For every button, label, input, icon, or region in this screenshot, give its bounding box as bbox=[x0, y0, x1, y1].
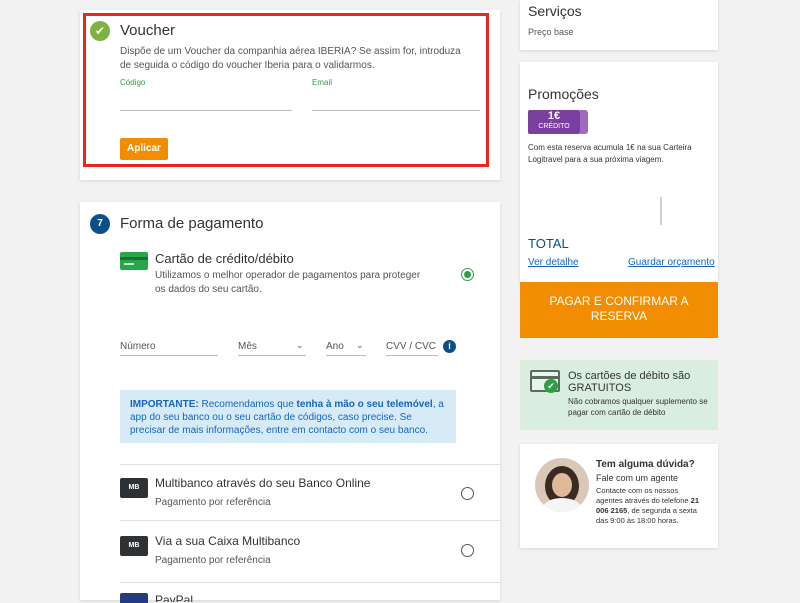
promotions-title: Promoções bbox=[528, 86, 599, 102]
debit-notice: ✔ Os cartões de débito são GRATUITOS Não… bbox=[520, 360, 718, 430]
method-subtitle: Pagamento por referência bbox=[155, 497, 271, 508]
help-title: Tem alguma dúvida? bbox=[596, 459, 695, 470]
services-card: Serviços Preço base bbox=[520, 0, 718, 50]
cvv-field[interactable]: CVV / CVC bbox=[386, 340, 436, 354]
check-icon: ✔ bbox=[544, 379, 558, 393]
email-label: Email bbox=[312, 78, 333, 87]
divider bbox=[120, 582, 500, 583]
detail-link[interactable]: Ver detalhe bbox=[528, 257, 579, 268]
paypal-icon bbox=[120, 593, 148, 603]
debit-title: Os cartões de débito são GRATUITOS bbox=[568, 370, 691, 394]
check-icon: ✔ bbox=[90, 21, 110, 41]
month-underline bbox=[238, 355, 306, 356]
method-subtitle: Pagamento por referência bbox=[155, 555, 271, 566]
separator-bar bbox=[660, 197, 662, 225]
payment-title: Forma de pagamento bbox=[120, 215, 264, 232]
promotions-card: Promoções 1€ CRÉDITO Com esta reserva ac… bbox=[520, 62, 718, 282]
method-title: Multibanco através do seu Banco Online bbox=[155, 476, 371, 490]
credit-badge-label: CRÉDITO bbox=[538, 123, 570, 130]
year-underline bbox=[326, 355, 366, 356]
credit-badge-tab bbox=[580, 110, 588, 134]
save-budget-link[interactable]: Guardar orçamento bbox=[628, 257, 715, 268]
promotions-text: Com esta reserva acumula 1€ na sua Carte… bbox=[528, 143, 692, 164]
help-card: Tem alguma dúvida? Fale com um agente Co… bbox=[520, 444, 718, 548]
method-radio-caixa-multibanco[interactable] bbox=[461, 544, 474, 557]
help-subtitle: Fale com um agente bbox=[596, 473, 679, 483]
step-badge: 7 bbox=[90, 214, 110, 234]
total-label: TOTAL bbox=[528, 236, 569, 251]
important-bold: tenha à mão o seu telemóvel bbox=[296, 399, 433, 410]
help-text-1: Contacte com os nossos agentes através d… bbox=[596, 486, 691, 505]
help-text: Contacte com os nossos agentes através d… bbox=[596, 486, 706, 526]
method-title: PayPal bbox=[155, 593, 194, 602]
multibanco-icon: MB bbox=[120, 536, 148, 556]
card-option-description: Utilizamos o melhor operador de pagament… bbox=[155, 270, 421, 295]
voucher-description: Dispõe de um Voucher da companhia aérea … bbox=[120, 46, 461, 71]
email-input[interactable] bbox=[312, 88, 480, 108]
base-price-label: Preço base bbox=[528, 27, 574, 37]
month-select[interactable]: Mês bbox=[238, 340, 257, 354]
card-number-underline bbox=[120, 355, 218, 356]
debit-text: Não cobramos qualquer suplemento se paga… bbox=[568, 397, 708, 417]
multibanco-icon: MB bbox=[120, 478, 148, 498]
code-label: Código bbox=[120, 78, 146, 87]
agent-avatar bbox=[535, 458, 589, 512]
card-option-radio[interactable] bbox=[461, 268, 474, 281]
code-input[interactable] bbox=[120, 88, 292, 108]
credit-card-icon bbox=[120, 252, 148, 270]
email-input-underline bbox=[312, 110, 480, 111]
info-icon[interactable]: i bbox=[443, 340, 456, 353]
code-input-underline bbox=[120, 110, 292, 111]
important-text-1: Recomendamos que bbox=[198, 399, 297, 410]
card-number-field[interactable]: Número bbox=[120, 340, 156, 354]
voucher-card: ✔ Voucher Dispõe de um Voucher da compan… bbox=[80, 10, 500, 180]
divider bbox=[120, 464, 500, 465]
credit-badge-value: 1€ bbox=[547, 110, 561, 122]
important-prefix: IMPORTANTE: bbox=[130, 399, 199, 410]
method-radio-multibanco-online[interactable] bbox=[461, 487, 474, 500]
services-title: Serviços bbox=[528, 3, 582, 19]
apply-button[interactable]: Aplicar bbox=[120, 138, 168, 160]
method-title: Via a sua Caixa Multibanco bbox=[155, 534, 301, 548]
year-chevron-down-icon: ⌄ bbox=[356, 340, 364, 350]
divider bbox=[120, 520, 500, 521]
important-notice: IMPORTANTE: Recomendamos que tenha à mão… bbox=[120, 390, 456, 443]
month-chevron-down-icon: ⌄ bbox=[296, 340, 304, 350]
pay-confirm-button[interactable]: PAGAR E CONFIRMAR A RESERVA bbox=[520, 282, 718, 338]
credit-badge: 1€ CRÉDITO bbox=[528, 110, 580, 134]
payment-card: 7 Forma de pagamento Cartão de crédito/d… bbox=[80, 202, 500, 603]
cvv-underline bbox=[386, 355, 438, 356]
year-select[interactable]: Ano bbox=[326, 340, 344, 354]
card-option-title: Cartão de crédito/débito bbox=[155, 251, 294, 266]
voucher-title: Voucher bbox=[120, 22, 176, 39]
